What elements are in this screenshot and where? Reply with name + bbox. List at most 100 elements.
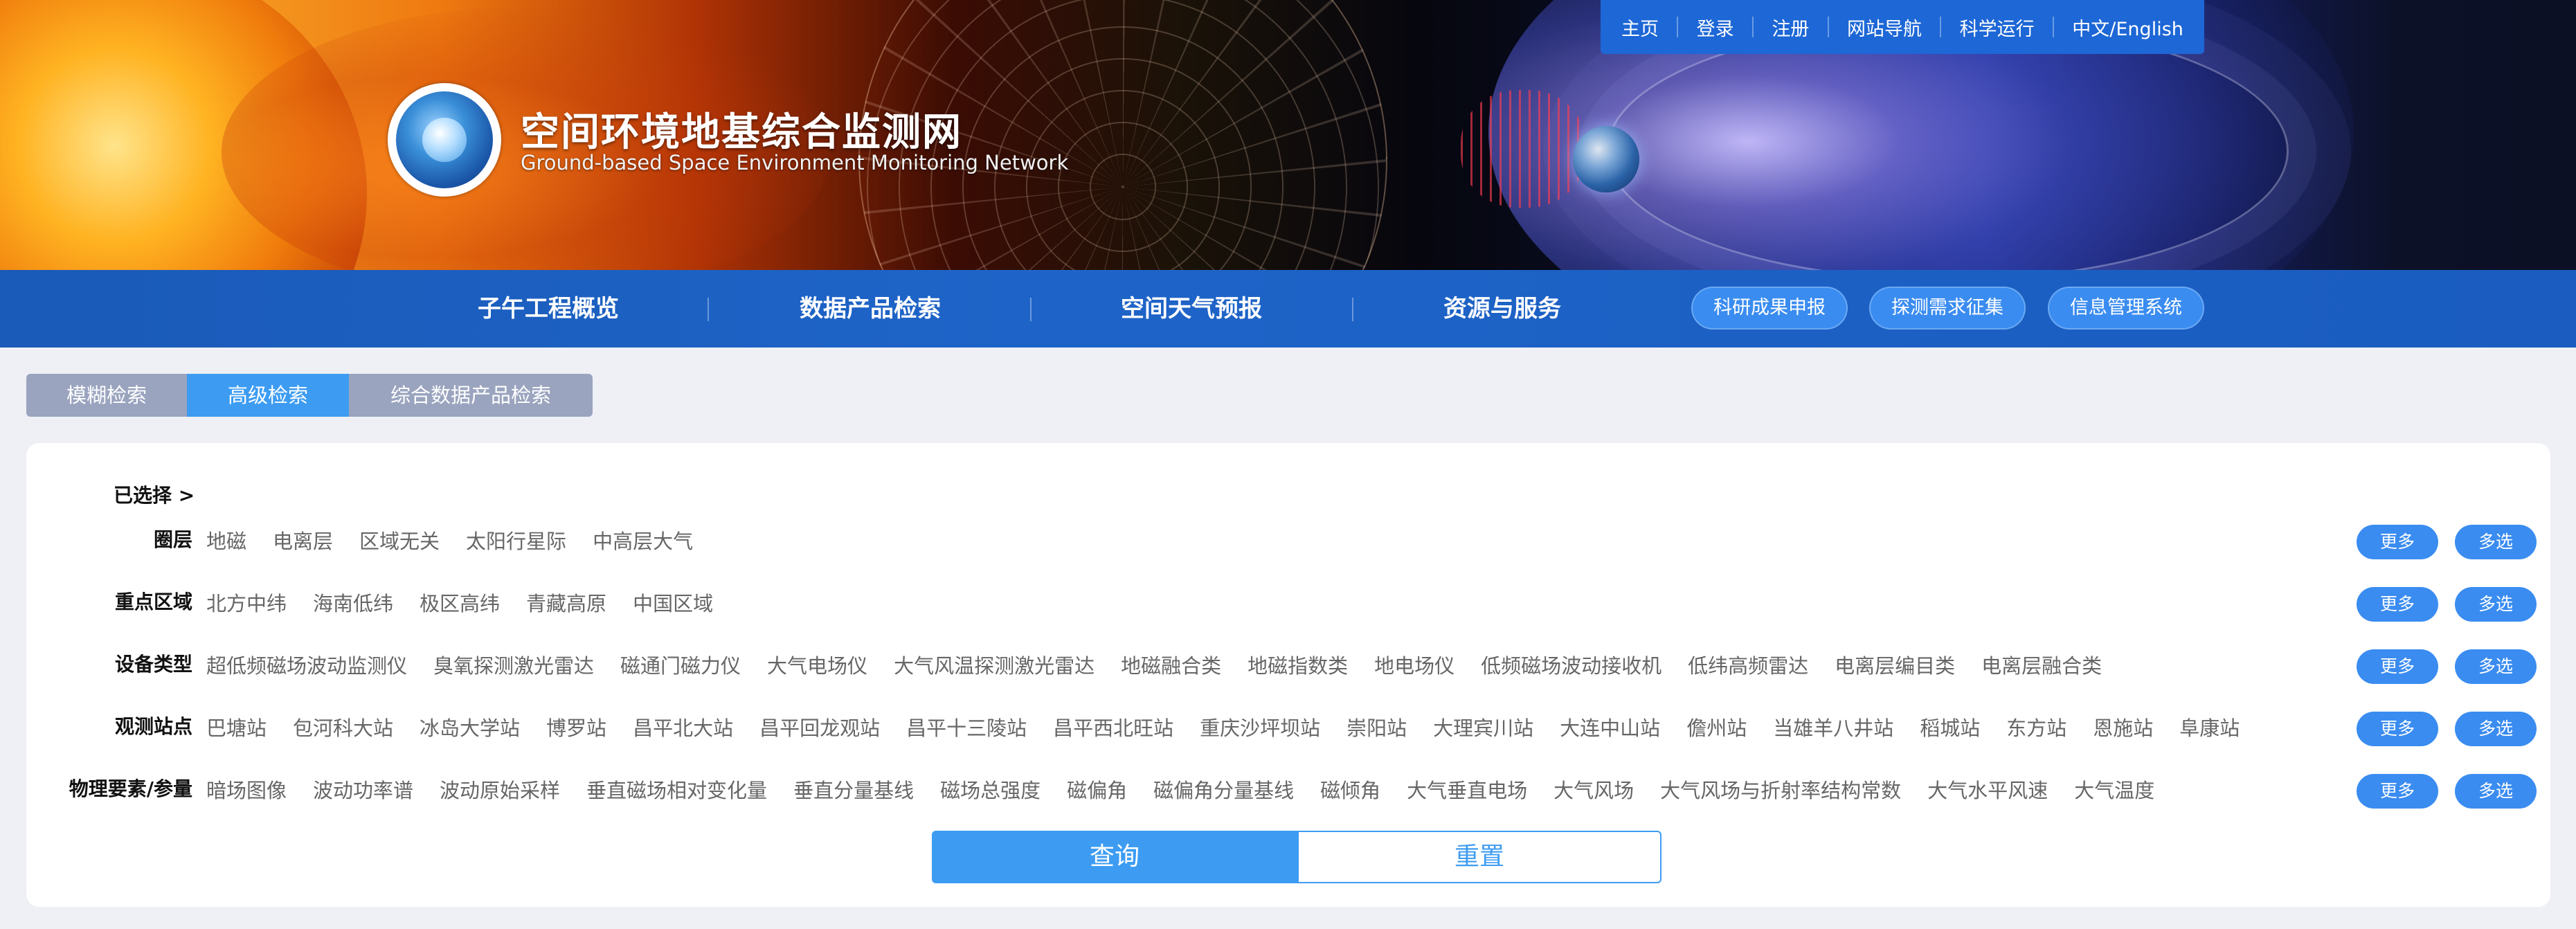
filter-option[interactable]: 大气风场与折射率结构常数 [1660, 775, 1901, 804]
filter-option[interactable]: 大气温度 [2074, 775, 2154, 804]
filter-option[interactable]: 磁场总强度 [940, 775, 1041, 804]
filter-option[interactable]: 区域无关 [359, 525, 440, 554]
filter-option[interactable]: 磁偏角 [1067, 775, 1127, 804]
multi-select-button[interactable]: 多选 [2455, 712, 2537, 746]
info-management-button[interactable]: 信息管理系统 [2048, 287, 2204, 330]
filter-option[interactable]: 暗场图像 [206, 775, 287, 804]
filter-option[interactable]: 巴塘站 [206, 712, 267, 741]
multi-select-button[interactable]: 多选 [2455, 525, 2537, 559]
nav-item-space-weather[interactable]: 空间天气预报 [1121, 270, 1262, 348]
filter-row-key-region: 重点区域 北方中纬 海南低纬 极区高纬 青藏高原 中国区域 更多 多选 [26, 581, 2550, 623]
filter-option[interactable]: 昌平十三陵站 [906, 712, 1027, 741]
filter-options: 超低频磁场波动监测仪 臭氧探测激光雷达 磁通门磁力仪 大气电场仪 大气风温探测激光雷达地… [206, 644, 2102, 685]
tab-integrated-product-search[interactable]: 综合数据产品检索 [349, 374, 593, 417]
tab-fuzzy-search[interactable]: 模糊检索 [26, 374, 187, 417]
filter-option[interactable]: 大气电场仪 [767, 650, 867, 679]
filter-label: 观测站点 [114, 715, 192, 738]
reset-button[interactable]: 重置 [1297, 831, 1661, 883]
filter-option[interactable]: 磁偏角分量基线 [1153, 775, 1294, 804]
top-links-bar: 主页 登录 注册 网站导航 科学运行 中文/English [1601, 0, 2204, 54]
site-logo[interactable] [388, 83, 501, 197]
filter-option[interactable]: 极区高纬 [420, 588, 500, 617]
nav-item-data-search[interactable]: 数据产品检索 [800, 270, 941, 348]
filter-option[interactable]: 垂直分量基线 [793, 775, 914, 804]
filter-option[interactable]: 大气风场 [1553, 775, 1634, 804]
multi-select-button[interactable]: 多选 [2455, 774, 2537, 809]
filter-option[interactable]: 昌平北大站 [633, 712, 733, 741]
top-link-home[interactable]: 主页 [1621, 14, 1659, 41]
filter-option[interactable]: 电离层融合类 [1981, 650, 2102, 679]
filter-option[interactable]: 昌平回龙观站 [759, 712, 880, 741]
filter-option[interactable]: 阜康站 [2179, 712, 2240, 741]
more-button[interactable]: 更多 [2357, 649, 2438, 684]
detection-requirements-button[interactable]: 探测需求征集 [1869, 287, 2026, 330]
filter-option[interactable]: 波动原始采样 [440, 775, 560, 804]
filter-option[interactable]: 大气风温探测激光雷达 [894, 650, 1095, 679]
filter-option[interactable]: 重庆沙坪坝站 [1200, 712, 1320, 741]
filter-option[interactable]: 大气水平风速 [1927, 775, 2048, 804]
more-button[interactable]: 更多 [2357, 712, 2438, 746]
filter-option[interactable]: 恩施站 [2093, 712, 2153, 741]
filter-option[interactable]: 臭氧探测激光雷达 [433, 650, 594, 679]
filter-option[interactable]: 地磁 [206, 525, 246, 554]
filter-option[interactable]: 太阳行星际 [466, 525, 566, 554]
selected-filters-label: 已选择 > [114, 484, 195, 507]
divider [1677, 17, 1679, 37]
filter-option[interactable]: 博罗站 [546, 712, 606, 741]
divider [708, 298, 709, 321]
divider [1751, 17, 1754, 37]
filter-option[interactable]: 电离层编目类 [1835, 650, 1955, 679]
top-link-register[interactable]: 注册 [1772, 14, 1809, 41]
filter-option[interactable]: 电离层 [273, 525, 333, 554]
filter-option[interactable]: 大连中山站 [1560, 712, 1660, 741]
filter-option[interactable]: 大理宾川站 [1433, 712, 1533, 741]
filter-row-sphere: 圈层 地磁 电离层 区域无关 太阳行星际 中高层大气 更多 多选 [26, 519, 2550, 561]
more-button[interactable]: 更多 [2357, 525, 2438, 559]
filter-option[interactable]: 北方中纬 [206, 588, 287, 617]
filter-options: 地磁 电离层 区域无关 太阳行星际 中高层大气 [206, 519, 693, 561]
top-link-language[interactable]: 中文/English [2072, 14, 2183, 41]
multi-select-button[interactable]: 多选 [2455, 587, 2537, 622]
multi-select-button[interactable]: 多选 [2455, 649, 2537, 684]
filter-label: 物理要素/参量 [69, 777, 192, 800]
nav-item-resources[interactable]: 资源与服务 [1443, 270, 1561, 348]
divider [1827, 17, 1829, 37]
filter-option[interactable]: 磁通门磁力仪 [620, 650, 741, 679]
filter-option[interactable]: 昌平西北旺站 [1053, 712, 1173, 741]
filter-option[interactable]: 儋州站 [1686, 712, 1747, 741]
filter-option[interactable]: 冰岛大学站 [420, 712, 520, 741]
filter-options: 北方中纬 海南低纬 极区高纬 青藏高原 中国区域 [206, 581, 713, 623]
top-link-site-nav[interactable]: 网站导航 [1847, 14, 1922, 41]
filter-option[interactable]: 垂直磁场相对变化量 [586, 775, 767, 804]
filter-option[interactable]: 大气垂直电场 [1407, 775, 1527, 804]
filter-option[interactable]: 东方站 [2006, 712, 2066, 741]
nav-item-overview[interactable]: 子午工程概览 [478, 270, 619, 348]
filter-option[interactable]: 青藏高原 [526, 588, 606, 617]
filter-option[interactable]: 低纬高频雷达 [1688, 650, 1808, 679]
top-link-science-ops[interactable]: 科学运行 [1960, 14, 2035, 41]
filter-option[interactable]: 崇阳站 [1346, 712, 1407, 741]
logo-globe-icon [422, 118, 467, 162]
filter-label: 重点区域 [114, 590, 192, 613]
filter-option[interactable]: 地电场仪 [1374, 650, 1454, 679]
filter-option[interactable]: 包河科大站 [293, 712, 393, 741]
filter-option[interactable]: 海南低纬 [313, 588, 393, 617]
filter-option[interactable]: 磁倾角 [1320, 775, 1380, 804]
filter-row-physical-parameter: 物理要素/参量 暗场图像 波动功率谱 波动原始采样 垂直磁场相对变化量 垂直分量基线 磁场总… [26, 768, 2550, 810]
filter-option[interactable]: 中国区域 [633, 588, 713, 617]
tab-advanced-search[interactable]: 高级检索 [187, 374, 349, 417]
filter-option[interactable]: 低频磁场波动接收机 [1481, 650, 1661, 679]
more-button[interactable]: 更多 [2357, 774, 2438, 809]
filter-option[interactable]: 地磁融合类 [1121, 650, 1221, 679]
more-button[interactable]: 更多 [2357, 587, 2438, 622]
query-button[interactable]: 查询 [932, 831, 1297, 883]
filter-option[interactable]: 中高层大气 [593, 525, 693, 554]
research-results-button[interactable]: 科研成果申报 [1691, 287, 1848, 330]
filter-option[interactable]: 波动功率谱 [313, 775, 413, 804]
filter-option[interactable]: 地磁指数类 [1248, 650, 1348, 679]
filter-option[interactable]: 当雄羊八井站 [1773, 712, 1893, 741]
magnetic-field-lines-graphic [1606, 21, 2289, 270]
top-link-login[interactable]: 登录 [1697, 14, 1734, 41]
filter-option[interactable]: 稻城站 [1920, 712, 1980, 741]
filter-option[interactable]: 超低频磁场波动监测仪 [206, 650, 407, 679]
